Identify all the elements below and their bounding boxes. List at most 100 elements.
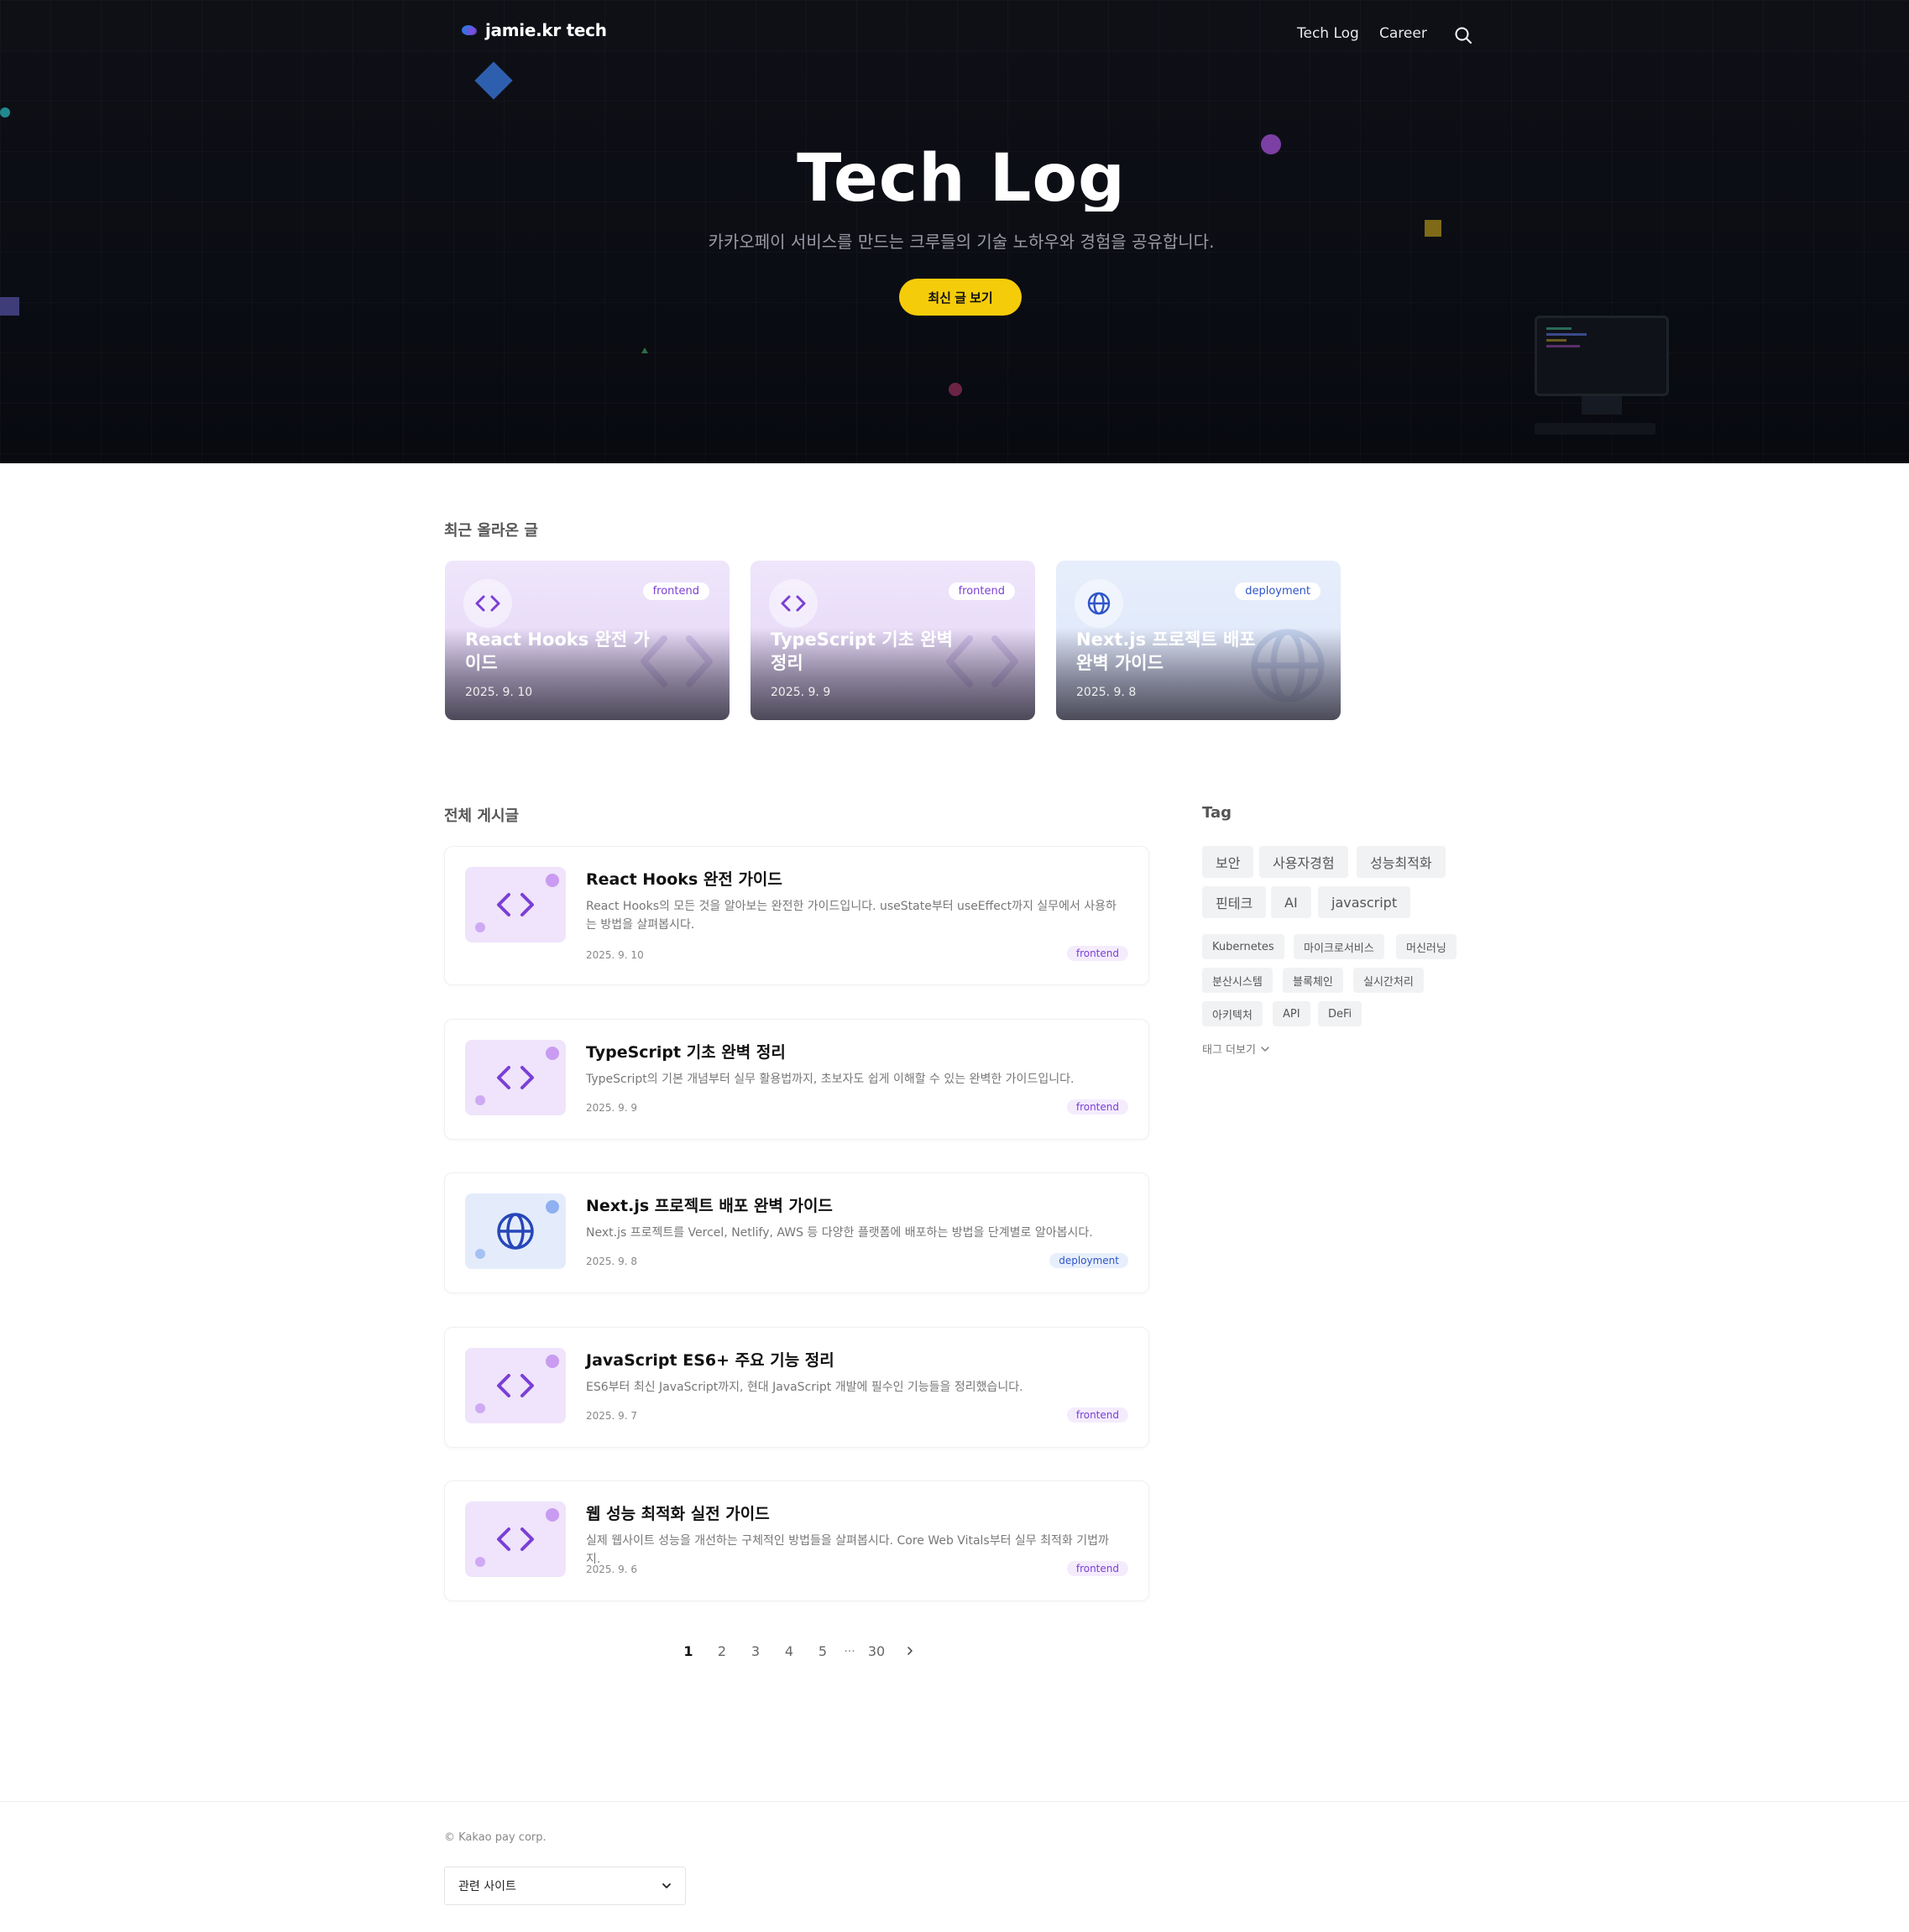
card-tag[interactable]: deployment bbox=[1235, 582, 1321, 600]
card-date: 2025. 9. 8 bbox=[1076, 686, 1137, 699]
code-icon bbox=[781, 595, 806, 612]
code-icon bbox=[497, 1527, 534, 1551]
post-description: Next.js 프로젝트를 Vercel, Netlify, AWS 등 다양한… bbox=[586, 1226, 1093, 1240]
tag-chip[interactable]: DeFi bbox=[1318, 1001, 1362, 1026]
latest-posts-button[interactable]: 최신 글 보기 bbox=[899, 279, 1022, 316]
card-icon-badge bbox=[463, 579, 512, 628]
page-2-link[interactable]: 2 bbox=[705, 1643, 739, 1659]
code-icon bbox=[475, 595, 500, 612]
post-date: 2025. 9. 10 bbox=[586, 949, 644, 961]
hero-subtitle: 카카오페이 서비스를 만드는 크루들의 기술 노하우와 경험을 공유합니다. bbox=[708, 232, 1215, 252]
tag-chip[interactable]: AI bbox=[1271, 886, 1311, 918]
post-list-item[interactable]: 웹 성능 최적화 실전 가이드 실제 웹사이트 성능을 개선하는 구체적인 방법… bbox=[444, 1480, 1149, 1601]
pagination: 1 2 3 4 5 ··· 30 bbox=[672, 1643, 927, 1659]
card-tag[interactable]: frontend bbox=[948, 582, 1015, 600]
tag-chip[interactable]: 머신러닝 bbox=[1396, 934, 1457, 959]
thumb-dot bbox=[546, 1200, 559, 1214]
featured-card[interactable]: deployment Next.js 프로젝트 배포 완벽 가이드 2025. … bbox=[1056, 561, 1341, 720]
thumb-dot bbox=[546, 1355, 559, 1368]
tag-chip[interactable]: 블록체인 bbox=[1283, 968, 1343, 993]
page-1-link[interactable]: 1 bbox=[672, 1643, 705, 1659]
thumb-dot bbox=[546, 874, 559, 887]
code-icon bbox=[497, 1066, 534, 1089]
top-navigation: jamie.kr tech Tech Log Career bbox=[0, 0, 1909, 67]
post-date: 2025. 9. 7 bbox=[586, 1410, 638, 1422]
thumb-dot bbox=[475, 922, 485, 932]
tag-chip[interactable]: Kubernetes bbox=[1202, 934, 1284, 959]
footer-divider bbox=[0, 1801, 1909, 1802]
tag-section-title: Tag bbox=[1202, 804, 1232, 822]
post-date: 2025. 9. 6 bbox=[586, 1564, 638, 1575]
card-date: 2025. 9. 9 bbox=[771, 686, 831, 699]
card-title: TypeScript 기초 완벽 정리 bbox=[771, 629, 953, 673]
monitor-illustration bbox=[1535, 316, 1669, 435]
thumb-dot bbox=[546, 1508, 559, 1522]
featured-card[interactable]: frontend React Hooks 완전 가이드 2025. 9. 10 bbox=[445, 561, 730, 720]
deco-square-left bbox=[0, 297, 19, 316]
related-sites-select[interactable]: 관련 사이트 bbox=[444, 1867, 686, 1905]
deco-dot-red bbox=[949, 383, 962, 396]
next-page-button[interactable] bbox=[893, 1643, 927, 1659]
post-title[interactable]: React Hooks 완전 가이드 bbox=[586, 867, 782, 890]
logo-text: jamie.kr tech bbox=[485, 20, 607, 40]
post-tag[interactable]: frontend bbox=[1066, 946, 1128, 961]
post-thumbnail bbox=[465, 1501, 566, 1577]
chevron-down-icon bbox=[1261, 1046, 1269, 1052]
post-thumbnail bbox=[465, 1193, 566, 1269]
post-date: 2025. 9. 9 bbox=[586, 1102, 638, 1114]
thumb-dot bbox=[475, 1095, 485, 1105]
post-list-item[interactable]: TypeScript 기초 완벽 정리 TypeScript의 기본 개념부터 … bbox=[444, 1019, 1149, 1140]
post-title[interactable]: TypeScript 기초 완벽 정리 bbox=[586, 1040, 786, 1063]
thumb-dot bbox=[475, 1403, 485, 1413]
globe-icon bbox=[497, 1213, 534, 1250]
tag-chip[interactable]: 아키텍처 bbox=[1202, 1001, 1263, 1026]
tag-chip[interactable]: 보안 bbox=[1202, 846, 1254, 878]
post-list-item[interactable]: React Hooks 완전 가이드 React Hooks의 모든 것을 알아… bbox=[444, 846, 1149, 985]
page-last-link[interactable]: 30 bbox=[860, 1643, 893, 1659]
post-title[interactable]: JavaScript ES6+ 주요 기능 정리 bbox=[586, 1348, 834, 1371]
post-list-item[interactable]: JavaScript ES6+ 주요 기능 정리 ES6부터 최신 JavaSc… bbox=[444, 1327, 1149, 1448]
related-sites-label: 관련 사이트 bbox=[458, 1880, 516, 1893]
thumb-dot bbox=[546, 1047, 559, 1060]
post-thumbnail bbox=[465, 1040, 566, 1115]
card-tag[interactable]: frontend bbox=[642, 582, 709, 600]
chevron-down-icon bbox=[662, 1883, 671, 1888]
tag-chip[interactable]: 마이크로서비스 bbox=[1294, 934, 1384, 959]
pagination-ellipsis: ··· bbox=[844, 1644, 855, 1658]
post-tag[interactable]: frontend bbox=[1066, 1561, 1128, 1576]
page-4-link[interactable]: 4 bbox=[772, 1643, 806, 1659]
page-3-link[interactable]: 3 bbox=[739, 1643, 772, 1659]
tag-chip[interactable]: API bbox=[1273, 1001, 1310, 1026]
thumb-dot bbox=[475, 1557, 485, 1567]
nav-link-tech-log[interactable]: Tech Log bbox=[1297, 25, 1359, 42]
post-title[interactable]: 웹 성능 최적화 실전 가이드 bbox=[586, 1501, 770, 1524]
tag-chip[interactable]: 사용자경험 bbox=[1259, 846, 1348, 878]
tag-chip[interactable]: 분산시스템 bbox=[1202, 968, 1273, 993]
tag-chip[interactable]: javascript bbox=[1318, 886, 1411, 918]
card-title: Next.js 프로젝트 배포 완벽 가이드 bbox=[1076, 629, 1256, 673]
all-posts-title: 전체 게시글 bbox=[444, 807, 520, 825]
post-list-item[interactable]: Next.js 프로젝트 배포 완벽 가이드 Next.js 프로젝트를 Ver… bbox=[444, 1172, 1149, 1293]
page-5-link[interactable]: 5 bbox=[806, 1643, 839, 1659]
more-tags-button[interactable]: 태그 더보기 bbox=[1202, 1041, 1269, 1057]
more-tags-label: 태그 더보기 bbox=[1202, 1044, 1256, 1057]
post-title[interactable]: Next.js 프로젝트 배포 완벽 가이드 bbox=[586, 1193, 833, 1216]
post-description: React Hooks의 모든 것을 알아보는 완전한 가이드입니다. useS… bbox=[586, 900, 1117, 932]
post-tag[interactable]: frontend bbox=[1066, 1099, 1128, 1115]
hero-banner: jamie.kr tech Tech Log Career Tech Log 카… bbox=[0, 0, 1909, 463]
post-thumbnail bbox=[465, 1348, 566, 1423]
post-thumbnail bbox=[465, 867, 566, 943]
tag-chip[interactable]: 실시간처리 bbox=[1353, 968, 1424, 993]
post-description: TypeScript의 기본 개념부터 실무 활용법까지, 초보자도 쉽게 이해… bbox=[586, 1073, 1075, 1086]
tag-chip[interactable]: 성능최적화 bbox=[1357, 846, 1446, 878]
post-tag[interactable]: deployment bbox=[1049, 1253, 1128, 1268]
site-logo[interactable]: jamie.kr tech bbox=[462, 20, 607, 40]
tag-chip[interactable]: 핀테크 bbox=[1202, 886, 1267, 918]
featured-card[interactable]: frontend TypeScript 기초 완벽 정리 2025. 9. 9 bbox=[751, 561, 1035, 720]
thumb-dot bbox=[475, 1249, 485, 1259]
post-tag[interactable]: frontend bbox=[1066, 1407, 1128, 1423]
card-icon-badge bbox=[769, 579, 818, 628]
code-icon bbox=[497, 893, 534, 916]
search-icon[interactable] bbox=[1454, 26, 1472, 44]
nav-link-career[interactable]: Career bbox=[1379, 25, 1427, 42]
